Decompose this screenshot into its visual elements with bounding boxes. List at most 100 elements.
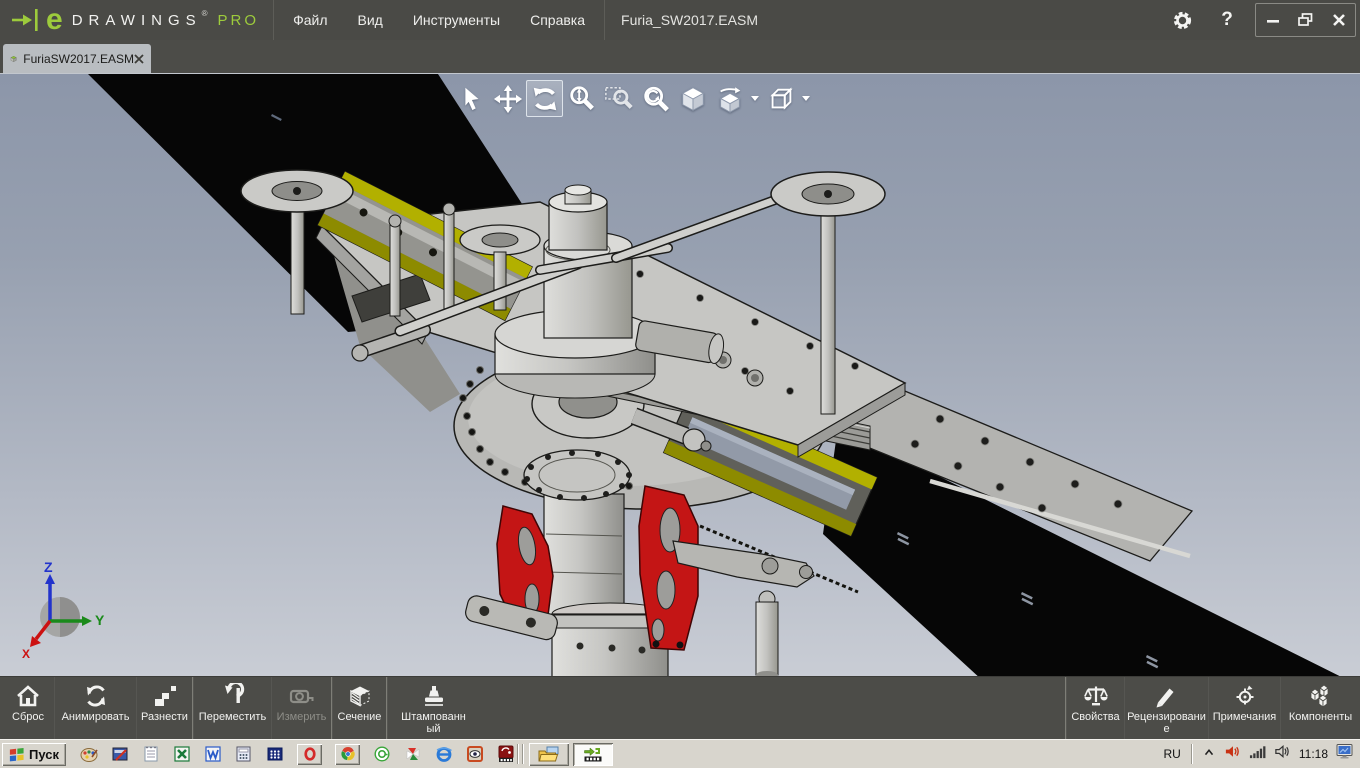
start-label: Пуск (29, 747, 59, 762)
display-icon[interactable] (1336, 743, 1355, 765)
view-orientation-icon[interactable] (711, 80, 748, 117)
rotate-tool-icon[interactable] (526, 80, 563, 117)
zoom-fit-tool-icon[interactable] (637, 80, 674, 117)
mail-icon[interactable] (373, 745, 391, 763)
triad-z-label: Z (44, 559, 53, 575)
move-button[interactable]: Переместить (193, 677, 271, 739)
notepad-icon[interactable] (142, 745, 160, 763)
orientation-triad: Z Y X (22, 559, 105, 661)
home-icon (15, 682, 41, 710)
triad-y-label: Y (95, 612, 105, 628)
pan-tool-icon[interactable] (489, 80, 526, 117)
paint-palette-icon[interactable] (80, 745, 98, 763)
volume-busy-icon[interactable] (1224, 743, 1241, 765)
folder-icon (538, 745, 560, 763)
volume-icon[interactable] (1274, 743, 1291, 765)
taskbar-separator (517, 744, 518, 764)
view-orientation-dropdown-icon[interactable] (748, 80, 762, 117)
3d-model-canvas[interactable]: Z Y X (0, 74, 1360, 677)
measure-icon (289, 682, 315, 710)
keypad-icon[interactable] (266, 745, 284, 763)
word-icon[interactable] (204, 745, 222, 763)
window-controls (1255, 3, 1356, 37)
stamp-button[interactable]: Штампованный (387, 677, 479, 739)
explode-icon (152, 682, 178, 710)
zoom-tool-icon[interactable] (563, 80, 600, 117)
language-indicator[interactable]: RU (1164, 747, 1181, 761)
draft-quality-dropdown-icon[interactable] (799, 80, 813, 117)
view-toolbar (452, 80, 813, 117)
section-button[interactable]: Сечение (332, 677, 386, 739)
logo-brand: DRAWINGS (72, 12, 202, 29)
windows-logo-icon (9, 746, 25, 762)
document-title: Furia_SW2017.EASM (621, 12, 758, 28)
start-button[interactable]: Пуск (2, 743, 66, 766)
reset-button[interactable]: Сброс (2, 677, 54, 739)
edrawings-2017-icon (582, 745, 604, 763)
quick-launch-bar (80, 744, 515, 765)
tray-clock: 11:18 (1299, 747, 1328, 761)
measure-button: Измерить (271, 677, 331, 739)
components-icon (1308, 682, 1334, 710)
tab-close-icon[interactable] (134, 54, 144, 64)
document-tab[interactable]: FuriaSW2017.EASM (3, 44, 151, 73)
explode-button[interactable]: Разнести (136, 677, 192, 739)
tab-bar: FuriaSW2017.EASM (0, 40, 1360, 73)
titlebar-separator (604, 0, 605, 40)
animate-button[interactable]: Анимировать (54, 677, 136, 739)
menu-view[interactable]: Вид (342, 0, 397, 40)
calculator-icon[interactable] (235, 745, 253, 763)
edrawings-logo: e DRAWINGS ® PRO (0, 0, 273, 40)
menu-file[interactable]: Файл (278, 0, 342, 40)
taskbar-button-explorer[interactable] (529, 743, 569, 766)
close-button[interactable] (1322, 4, 1355, 36)
components-button[interactable]: Компоненты (1280, 677, 1360, 739)
command-bar: Сброс Анимировать (0, 676, 1360, 739)
windows-taskbar: Пуск (0, 739, 1360, 768)
taskbar-button-edrawings[interactable] (573, 743, 613, 766)
menu-help[interactable]: Справка (515, 0, 600, 40)
internet-explorer-icon[interactable] (435, 745, 453, 763)
image-viewer-icon[interactable] (466, 745, 484, 763)
logo-pro: PRO (218, 12, 260, 29)
tray-separator (1191, 744, 1192, 764)
opera-icon[interactable] (297, 744, 322, 765)
restore-button[interactable] (1289, 4, 1322, 36)
rotor-blade-lower[interactable] (823, 426, 1360, 677)
tab-label: FuriaSW2017.EASM (23, 52, 134, 66)
chrome-icon[interactable] (335, 744, 360, 765)
scales-icon (1083, 682, 1109, 710)
minimize-button[interactable] (1256, 4, 1289, 36)
excel-icon[interactable] (173, 745, 191, 763)
3d-viewport[interactable]: Z Y X (0, 73, 1360, 676)
settings-gear-icon[interactable] (1165, 10, 1199, 31)
video-editor-icon[interactable] (111, 745, 129, 763)
title-bar: e DRAWINGS ® PRO Файл Вид Инструменты Сп… (0, 0, 1360, 40)
shaded-view-icon[interactable] (674, 80, 711, 117)
select-tool-icon[interactable] (452, 80, 489, 117)
help-icon[interactable]: ? (1207, 9, 1247, 31)
taskbar-separator (522, 744, 523, 764)
pencil-icon (1154, 682, 1180, 710)
zoom-area-tool-icon[interactable] (600, 80, 637, 117)
properties-button[interactable]: Свойства (1066, 677, 1124, 739)
menu-bar: Файл Вид Инструменты Справка (274, 0, 604, 40)
signal-bars-icon[interactable] (1249, 743, 1266, 765)
assembly-icon (10, 52, 17, 66)
edrawings-window: e DRAWINGS ® PRO Файл Вид Инструменты Сп… (0, 0, 1360, 768)
logo-e: e (46, 5, 63, 35)
system-tray: RU (1164, 743, 1360, 766)
menu-tools[interactable]: Инструменты (398, 0, 515, 40)
support-plate-red-right[interactable] (639, 486, 698, 650)
crosshair-icon (1232, 682, 1258, 710)
triad-x-label: X (22, 647, 30, 661)
solidworks-2017-icon[interactable] (497, 745, 515, 763)
move-icon (220, 682, 246, 710)
draft-quality-icon[interactable] (762, 80, 799, 117)
review-button[interactable]: Рецензирование (1124, 677, 1208, 739)
pinwheel-icon[interactable] (404, 745, 422, 763)
section-icon (347, 682, 373, 710)
stamp-icon (421, 682, 447, 710)
markup-button[interactable]: Примечания (1208, 677, 1280, 739)
hidden-icons-chevron[interactable] (1202, 745, 1216, 764)
